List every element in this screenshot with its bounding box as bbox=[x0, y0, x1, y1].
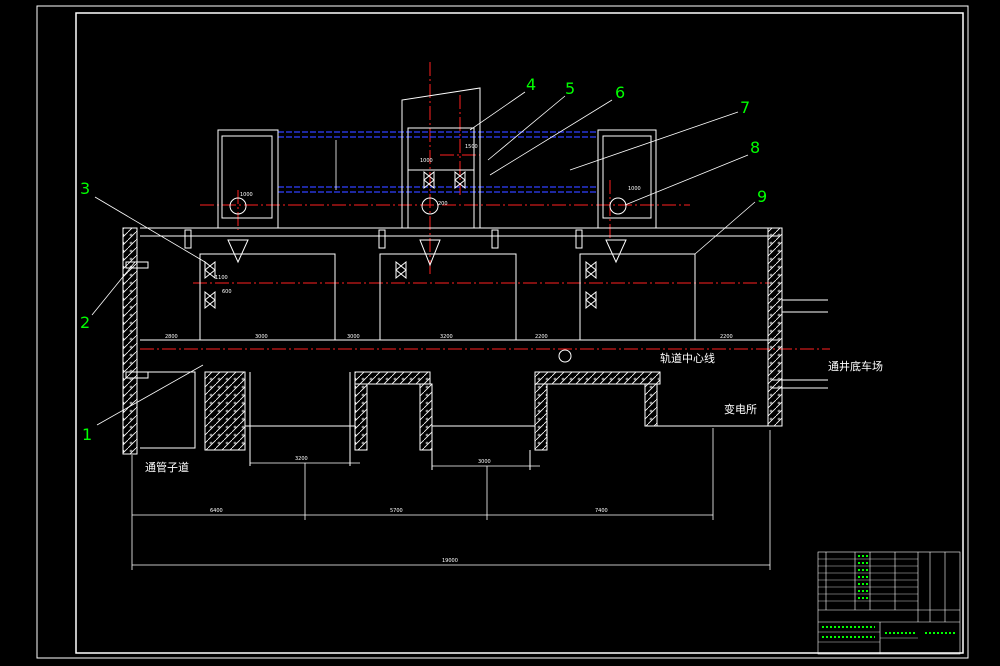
part-number-1: 1 bbox=[82, 425, 92, 444]
label-pipe-passage: 通管子道 bbox=[145, 460, 189, 474]
part-number-7: 7 bbox=[740, 98, 750, 117]
dim-3000: 3000 bbox=[255, 334, 268, 340]
center-lines bbox=[140, 62, 830, 350]
label-track-centerline: 轨道中心线 bbox=[660, 351, 715, 365]
part-number-3: 3 bbox=[80, 179, 90, 198]
dim-1000a: 1000 bbox=[240, 192, 253, 198]
dim-1000b: 1000 bbox=[420, 158, 433, 164]
part-number-5: 5 bbox=[565, 79, 575, 98]
dimension-texts: 2800 3000 3000 3200 2200 2200 1100 600 1… bbox=[165, 144, 733, 564]
part-number-2: 2 bbox=[80, 313, 90, 332]
dim-7400: 7400 bbox=[595, 508, 608, 514]
drawing-frame bbox=[36, 5, 969, 659]
part-number-4: 4 bbox=[526, 75, 536, 94]
part-number-8: 8 bbox=[750, 138, 760, 157]
dim-19000: 19000 bbox=[442, 558, 458, 564]
dim-2200: 2200 bbox=[535, 334, 548, 340]
pipes bbox=[278, 131, 598, 193]
dim-2800: 2800 bbox=[165, 334, 178, 340]
valves bbox=[125, 170, 627, 379]
part-number-9: 9 bbox=[757, 187, 767, 206]
dim-600: 600 bbox=[222, 289, 232, 295]
dim-3000b: 3000 bbox=[347, 334, 360, 340]
part-number-6: 6 bbox=[615, 83, 625, 102]
dim-3200-lower: 3200 bbox=[295, 456, 308, 462]
dim-5700: 5700 bbox=[390, 508, 403, 514]
dim-200: 200 bbox=[438, 201, 448, 207]
dim-1100: 1100 bbox=[215, 275, 228, 281]
dim-3200: 3200 bbox=[440, 334, 453, 340]
dim-3000-lower: 3000 bbox=[478, 459, 491, 465]
label-shaft-bottom-yard: 通井底车场 bbox=[828, 359, 883, 373]
pump-room-drawing: 2800 3000 3000 3200 2200 2200 1100 600 1… bbox=[36, 5, 969, 659]
dim-2200b: 2200 bbox=[720, 334, 733, 340]
dim-1000c: 1000 bbox=[628, 186, 641, 192]
dim-1500: 1500 bbox=[465, 144, 478, 150]
label-substation: 变电所 bbox=[724, 402, 757, 416]
title-block bbox=[817, 551, 961, 655]
dim-6400: 6400 bbox=[210, 508, 223, 514]
